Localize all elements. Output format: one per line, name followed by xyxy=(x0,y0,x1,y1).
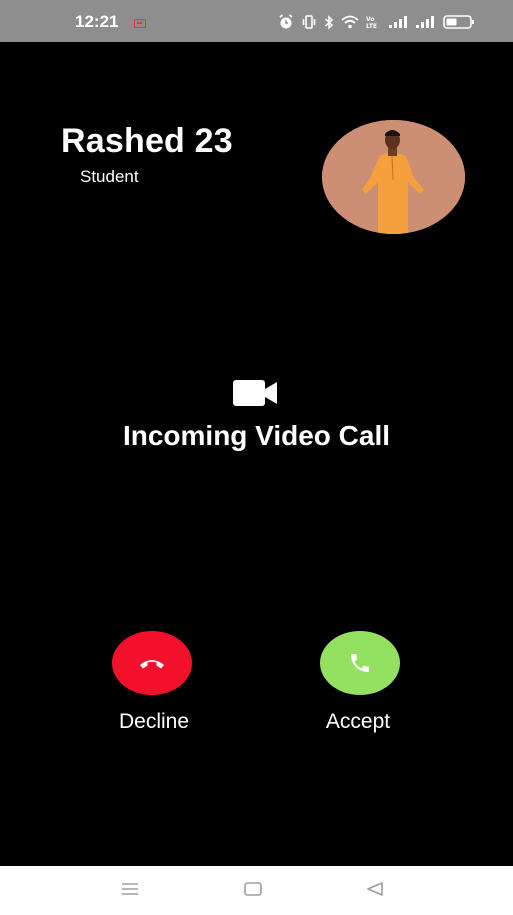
accept-label: Accept xyxy=(325,710,391,733)
volte-icon: Vo LTE xyxy=(366,16,377,29)
svg-text:Vo: Vo xyxy=(366,16,374,23)
svg-text:LTE: LTE xyxy=(366,23,377,29)
hang-up-icon xyxy=(140,660,164,669)
accept-button[interactable] xyxy=(320,631,400,695)
home-icon[interactable] xyxy=(243,881,263,897)
caller-name: Rashed 23 xyxy=(61,122,233,160)
status-icons: Vo LTE xyxy=(278,14,475,30)
phone-icon xyxy=(351,654,369,672)
back-icon[interactable] xyxy=(365,881,385,897)
bluetooth-icon xyxy=(324,14,334,30)
navigation-bar xyxy=(0,866,513,915)
menu-icon[interactable] xyxy=(120,881,140,897)
wifi-icon xyxy=(341,15,359,29)
status-bar: 12:21 Vo LTE xyxy=(0,0,513,42)
call-type-label: Incoming Video Call xyxy=(122,420,391,451)
notification-icon xyxy=(134,19,146,28)
avatar xyxy=(322,120,465,234)
signal-icon xyxy=(389,16,407,28)
signal-icon xyxy=(416,16,434,28)
battery-icon xyxy=(443,15,474,29)
caller-subtitle: Student xyxy=(80,167,139,186)
decline-label: Decline xyxy=(118,710,190,733)
video-camera-icon xyxy=(233,380,277,406)
alarm-icon xyxy=(279,14,293,29)
decline-button[interactable] xyxy=(112,631,192,695)
avatar-photo xyxy=(322,120,465,234)
vibrate-icon xyxy=(302,15,316,29)
status-time: 12:21 xyxy=(75,12,119,31)
